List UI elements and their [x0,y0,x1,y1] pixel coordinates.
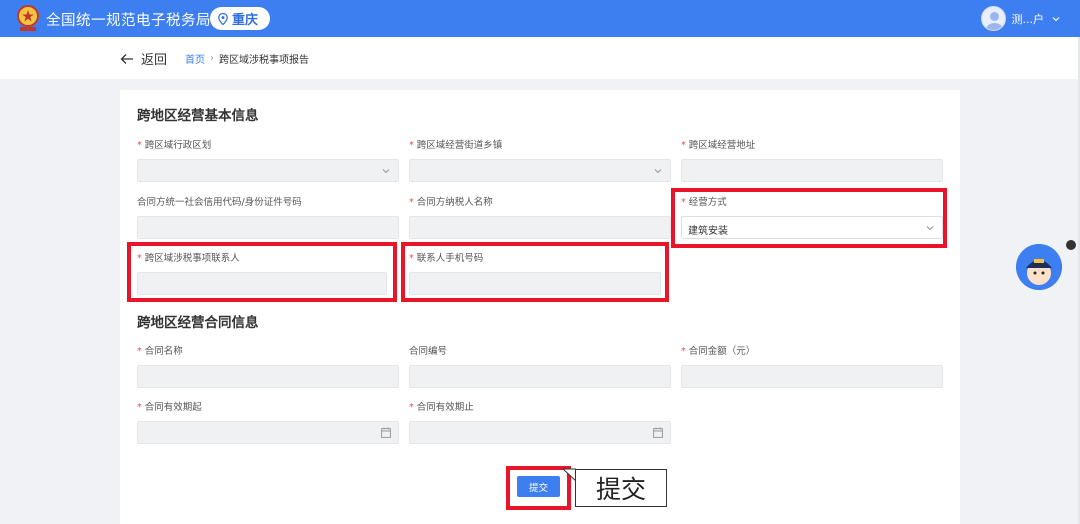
breadcrumb-separator: › [210,53,214,64]
field-label: 合同有效期止 [416,402,474,413]
contract-number-input[interactable] [409,365,671,388]
required-mark: * [409,402,414,413]
avatar [980,6,1006,31]
assistant-badge [1066,240,1076,250]
admin-region-select[interactable] [137,159,399,182]
highlight-box-contact-person [127,242,397,302]
submit-button[interactable]: 提交 [517,476,560,497]
required-mark: * [681,346,686,357]
field-label: 跨区域行政区划 [144,140,212,151]
field-valid-to: * 合同有效期止 [409,399,671,444]
chevron-down-icon [382,169,390,174]
field-admin-region: * 跨区域行政区划 [137,137,399,182]
field-label: 跨区域经营街道乡镇 [416,140,503,151]
chevron-down-icon [654,169,662,174]
back-label: 返回 [141,53,168,68]
required-mark: * [137,402,142,413]
app-title: 全国统一规范电子税务局 [46,13,211,29]
breadcrumb: 首页 › 跨区域涉税事项报告 [185,51,309,66]
assistant-button[interactable] [1016,244,1062,290]
field-label: 合同名称 [144,346,183,357]
field-label: 合同有效期起 [144,402,202,413]
required-mark: * [137,140,142,151]
section-title-contract-info: 跨地区经营合同信息 [137,315,259,331]
user-menu[interactable]: 测...户 [980,5,1061,32]
calendar-icon [381,427,391,438]
field-label: 合同金额（元） [688,346,756,357]
field-party-taxpayer-name: * 合同方纳税人名称 [409,194,671,239]
user-name: 测...户 [1011,12,1045,26]
back-button[interactable]: 返回 [120,49,167,68]
field-contract-amount: * 合同金额（元） [681,343,943,388]
party-credit-code-input[interactable] [137,216,399,239]
chevron-down-icon [1052,16,1060,21]
calendar-icon [653,427,663,438]
assistant-mascot-icon [1016,244,1062,290]
field-valid-from: * 合同有效期起 [137,399,399,444]
required-mark: * [681,140,686,151]
region-name: 重庆 [232,13,259,28]
field-label: 合同方纳税人名称 [416,197,493,208]
valid-to-date-picker[interactable] [409,421,671,444]
required-mark: * [409,197,414,208]
navigation-bar: 返回 首页 › 跨区域涉税事项报告 [0,37,1080,79]
location-pin-icon [218,12,228,25]
field-label: 合同方统一社会信用代码/身份证件号码 [137,197,302,208]
business-address-input[interactable] [681,159,943,182]
arrow-left-icon [120,53,133,64]
field-contract-number: 合同编号 [409,343,671,388]
contract-name-input[interactable] [137,365,399,388]
required-mark: * [137,346,142,357]
valid-from-date-picker[interactable] [137,421,399,444]
field-street-town: * 跨区域经营街道乡镇 [409,137,671,182]
section-title-basic-info: 跨地区经营基本信息 [137,108,259,124]
region-selector[interactable]: 重庆 [210,7,270,30]
contract-amount-input[interactable] [681,365,943,388]
breadcrumb-home-link[interactable]: 首页 [185,51,205,66]
breadcrumb-current: 跨区域涉税事项报告 [219,55,309,66]
field-business-address: * 跨区域经营地址 [681,137,943,182]
party-taxpayer-name-input[interactable] [409,216,671,239]
field-label: 跨区域经营地址 [688,140,756,151]
street-town-select[interactable] [409,159,671,182]
field-label: 合同编号 [409,346,448,357]
user-avatar-icon [986,12,1002,30]
submit-callout: 提交 [575,469,667,507]
tax-emblem-icon [17,5,39,31]
field-party-credit-code: 合同方统一社会信用代码/身份证件号码 [137,194,399,239]
required-mark: * [409,140,414,151]
top-bar: 全国统一规范电子税务局 重庆 测...户 [0,0,1080,37]
highlight-box-business-mode [671,188,947,248]
field-contract-name: * 合同名称 [137,343,399,388]
highlight-box-contact-phone [401,242,669,302]
